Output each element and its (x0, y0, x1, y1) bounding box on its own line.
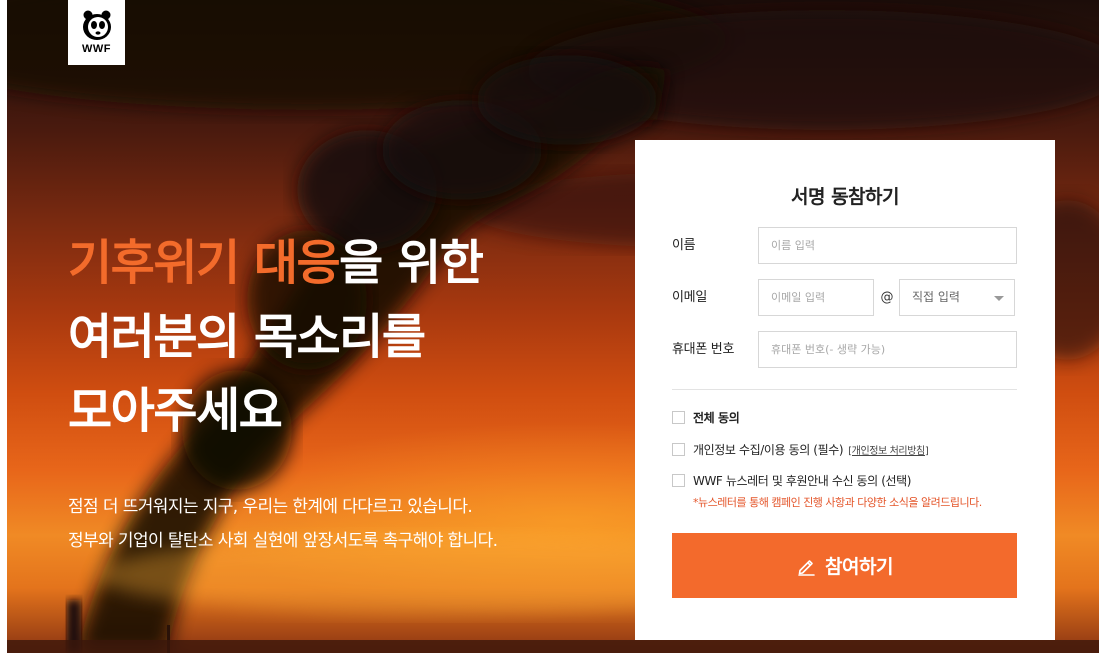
panda-icon (82, 10, 111, 40)
consent-privacy[interactable]: 개인정보 수집/이용 동의 (필수) [개인정보 처리방침] (672, 440, 929, 458)
headline-accent: 기후위기 대응 (68, 235, 341, 291)
consent-newsletter-checkbox[interactable] (672, 473, 685, 487)
signature-form-panel: 서명 동참하기 이름 이메일 @ 직접 입력 휴대폰 번호 전체 동의 개인정보… (635, 140, 1055, 640)
email-domain-select[interactable]: 직접 입력 (899, 279, 1015, 316)
form-title: 서명 동참하기 (791, 186, 900, 208)
consent-all-checkbox[interactable] (672, 410, 685, 424)
newsletter-note: *뉴스레터를 통해 캠페인 진행 사항과 다양한 소식을 알려드립니다. (693, 496, 982, 509)
chevron-down-icon (994, 296, 1004, 301)
subcopy-line-2: 정부와 기업이 탈탄소 사회 실현에 앞장서도록 촉구해야 합니다. (68, 531, 498, 551)
consent-all[interactable]: 전체 동의 (672, 408, 740, 426)
name-label: 이름 (672, 238, 696, 253)
email-domain-value: 직접 입력 (912, 290, 960, 304)
privacy-policy-link[interactable]: [개인정보 처리방침] (848, 442, 929, 457)
logo-text: WWF (82, 43, 111, 55)
headline-line-1: 기후위기 대응을 위한 (68, 226, 628, 300)
email-fields: @ 직접 입력 (758, 279, 1017, 316)
email-input[interactable] (758, 279, 874, 316)
hero-headline: 기후위기 대응을 위한 여러분의 목소리를 모아주세요 (68, 226, 628, 448)
headline-line-2: 여러분의 목소리를 (68, 309, 426, 365)
phone-label: 휴대폰 번호 (672, 342, 735, 357)
name-row: 이름 (672, 227, 1017, 264)
email-row: 이메일 @ 직접 입력 (672, 279, 1017, 316)
wwf-logo[interactable]: WWF (68, 0, 125, 65)
consent-all-label: 전체 동의 (693, 410, 740, 425)
pencil-icon (796, 556, 816, 576)
email-label: 이메일 (672, 290, 707, 305)
submit-label: 참여하기 (825, 556, 893, 578)
submit-button[interactable]: 참여하기 (672, 533, 1017, 598)
consent-newsletter[interactable]: WWF 뉴스레터 및 후원안내 수신 동의 (선택) (672, 471, 911, 489)
at-sign: @ (880, 290, 894, 305)
hero-subcopy: 점점 더 뜨거워지는 지구, 우리는 한계에 다다르고 있습니다. 정부와 기업… (68, 490, 628, 558)
consent-newsletter-label: WWF 뉴스레터 및 후원안내 수신 동의 (선택) (693, 473, 912, 488)
phone-row: 휴대폰 번호 (672, 331, 1017, 368)
subcopy-line-1: 점점 더 뜨거워지는 지구, 우리는 한계에 다다르고 있습니다. (68, 497, 473, 517)
consent-privacy-label: 개인정보 수집/이용 동의 (필수) (693, 442, 844, 457)
headline-line-3: 모아주세요 (68, 383, 283, 439)
consent-privacy-checkbox[interactable] (672, 442, 685, 456)
headline-line-1-rest: 을 위한 (339, 235, 484, 291)
name-input[interactable] (758, 227, 1017, 264)
phone-input[interactable] (758, 331, 1017, 368)
form-divider (672, 389, 1017, 390)
